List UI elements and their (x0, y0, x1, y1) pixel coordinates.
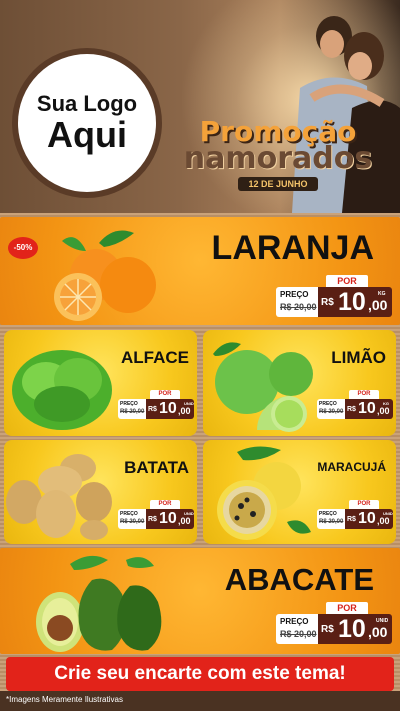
promo-title-line2: namorados (183, 141, 373, 176)
old-price: R$ 20,00 (120, 519, 145, 525)
old-price: R$ 20,00 (319, 519, 344, 525)
por-label: POR (349, 500, 379, 509)
por-label: POR (326, 275, 368, 287)
product-name: ALFACE (121, 348, 189, 367)
price-decimal: ,00 (377, 406, 390, 416)
preco-box: PREÇO R$ 20,00 (317, 509, 345, 529)
price-integer: 10 (159, 400, 177, 417)
product-name: LIMÃO (331, 348, 386, 367)
price-tag: POR PREÇO R$ 20,00 R$ 10 UNID ,00 (118, 390, 194, 420)
price-decimal: ,00 (178, 406, 191, 416)
product-name: ABACATE (224, 562, 374, 597)
currency: R$ (347, 406, 356, 413)
por-label: POR (150, 500, 180, 509)
preco-label: PREÇO (280, 617, 309, 626)
price-integer: 10 (338, 288, 366, 316)
price-tag: POR PREÇO R$ 20,00 R$ 10 KG ,00 (276, 275, 392, 321)
lime-image (213, 342, 313, 432)
preco-box: PREÇO R$ 20,00 (276, 287, 318, 317)
price-decimal: ,00 (178, 516, 191, 526)
product-name: MARACUJÁ (317, 460, 386, 474)
price-tag: POR PREÇO R$ 20,00 R$ 10 UNID ,00 (317, 500, 393, 530)
currency: R$ (321, 297, 334, 308)
new-price: R$ 10 UNID ,00 (345, 509, 393, 529)
product-card-abacate: ABACATE POR PREÇO R$ 20,00 R$ 10 UNID ,0… (0, 548, 400, 654)
por-label: POR (326, 602, 368, 614)
avocado-image (36, 555, 162, 652)
price-decimal: ,00 (377, 516, 390, 526)
product-card-batata: BATATA POR PREÇO R$ 20,00 R$ 10 UNID ,00 (4, 440, 197, 544)
price-tag: POR PREÇO R$ 20,00 R$ 10 UNID ,00 (276, 602, 392, 648)
price-decimal: ,00 (368, 624, 388, 640)
price-integer: 10 (159, 510, 177, 527)
currency: R$ (347, 516, 356, 523)
old-price: R$ 20,00 (319, 409, 344, 415)
product-card-laranja: -50% LARANJA POR PREÇO R$ 20,00 R$ 10 KG… (0, 217, 400, 325)
currency: R$ (148, 516, 157, 523)
preco-box: PREÇO R$ 20,00 (118, 509, 146, 529)
product-card-limao: LIMÃO POR PREÇO R$ 20,00 R$ 10 KG ,00 (203, 330, 396, 436)
preco-box: PREÇO R$ 20,00 (118, 399, 146, 419)
preco-box: PREÇO R$ 20,00 (276, 614, 318, 644)
logo-text-line2: Aqui (47, 114, 127, 156)
new-price: R$ 10 UNID ,00 (318, 614, 392, 644)
preco-box: PREÇO R$ 20,00 (317, 399, 345, 419)
preco-label: PREÇO (319, 401, 337, 407)
product-card-alface: ALFACE POR PREÇO R$ 20,00 R$ 10 UNID ,00 (4, 330, 197, 436)
preco-label: PREÇO (120, 511, 138, 517)
price-integer: 10 (358, 400, 376, 417)
logo-text-line1: Sua Logo (36, 91, 138, 116)
potato-image (6, 454, 112, 540)
header-banner: Sua Logo Aqui Promoção namorados 12 DE J… (0, 0, 400, 213)
preco-label: PREÇO (319, 511, 337, 517)
preco-label: PREÇO (120, 401, 138, 407)
preco-label: PREÇO (280, 290, 309, 299)
price-integer: 10 (338, 615, 366, 643)
currency: R$ (321, 624, 334, 635)
product-name: BATATA (124, 458, 189, 477)
lettuce-image (12, 350, 112, 430)
old-price: R$ 20,00 (280, 302, 317, 312)
price-tag: POR PREÇO R$ 20,00 R$ 10 KG ,00 (317, 390, 393, 420)
new-price: R$ 10 KG ,00 (318, 287, 392, 317)
price-tag: POR PREÇO R$ 20,00 R$ 10 UNID ,00 (118, 500, 194, 530)
price-integer: 10 (358, 510, 376, 527)
footer-disclaimer: *Imagens Meramente Ilustrativas (6, 695, 123, 704)
old-price: R$ 20,00 (280, 629, 317, 639)
cta-button[interactable]: Crie seu encarte com este tema! (6, 657, 394, 691)
logo-placeholder: Sua Logo Aqui (12, 48, 162, 198)
por-label: POR (349, 390, 379, 399)
footer-bar: *Imagens Meramente Ilustrativas (0, 691, 400, 711)
promo-date: 12 DE JUNHO (238, 177, 318, 191)
old-price: R$ 20,00 (120, 409, 145, 415)
product-card-maracuja: MARACUJÁ POR PREÇO R$ 20,00 R$ 10 UNID ,… (203, 440, 396, 544)
new-price: R$ 10 KG ,00 (345, 399, 393, 419)
currency: R$ (148, 406, 157, 413)
discount-badge: -50% (8, 237, 38, 259)
promo-title: Promoção namorados 12 DE JUNHO (168, 118, 388, 198)
product-name: LARANJA (211, 229, 374, 267)
orange-image (54, 230, 156, 321)
new-price: R$ 10 UNID ,00 (146, 509, 194, 529)
new-price: R$ 10 UNID ,00 (146, 399, 194, 419)
price-decimal: ,00 (368, 297, 388, 313)
passion-fruit-image (217, 446, 311, 540)
por-label: POR (150, 390, 180, 399)
